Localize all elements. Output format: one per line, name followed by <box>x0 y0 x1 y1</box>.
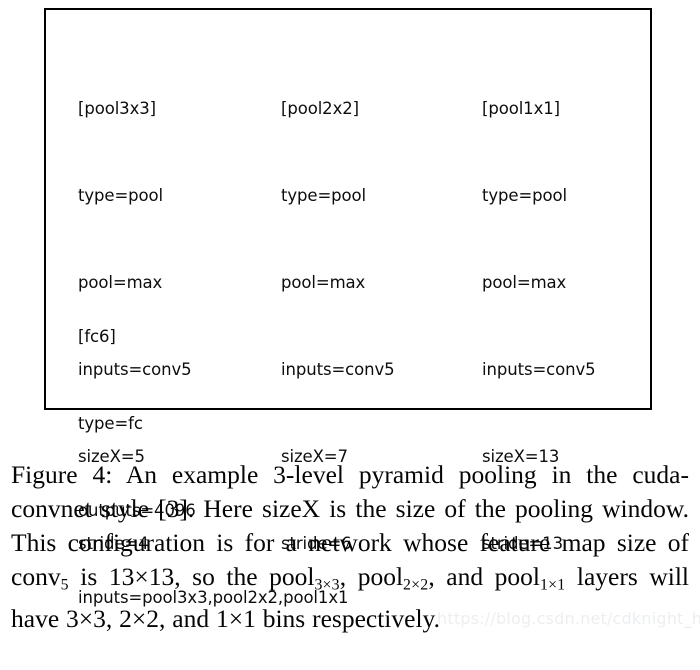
figure-caption-sub-conv5: 5 <box>60 575 69 593</box>
config-line-section: [fc6] <box>78 327 116 346</box>
figure-caption-seg-6: , and pool <box>428 561 540 591</box>
figure-caption-label: Figure 4: <box>11 459 113 489</box>
figure-caption-seg-2: is 13×13, so the pool <box>68 561 315 591</box>
figure-caption-sub-pool2x2: 2×2 <box>403 575 429 593</box>
config-line-pool: pool=max <box>482 273 567 292</box>
config-line-inputs: inputs=conv5 <box>482 360 596 379</box>
config-line-type: type=pool <box>78 186 164 205</box>
config-line-type: type=pool <box>281 186 367 205</box>
config-line-type: type=pool <box>482 186 568 205</box>
config-line-section: [pool1x1] <box>482 99 560 118</box>
config-line-type: type=fc <box>78 414 143 433</box>
figure-caption-seg-4: , pool <box>339 561 404 591</box>
config-line-section: [pool2x2] <box>281 99 359 118</box>
figure-caption-sub-pool1x1: 1×1 <box>540 575 566 593</box>
figure-caption-sub-pool3x3: 3×3 <box>314 575 340 593</box>
blog-watermark: https://blog.csdn.net/cdknight_happy <box>437 609 700 628</box>
config-line-section: [pool3x3] <box>78 99 156 118</box>
config-listing-box: [pool3x3] type=pool pool=max inputs=conv… <box>44 8 652 607</box>
